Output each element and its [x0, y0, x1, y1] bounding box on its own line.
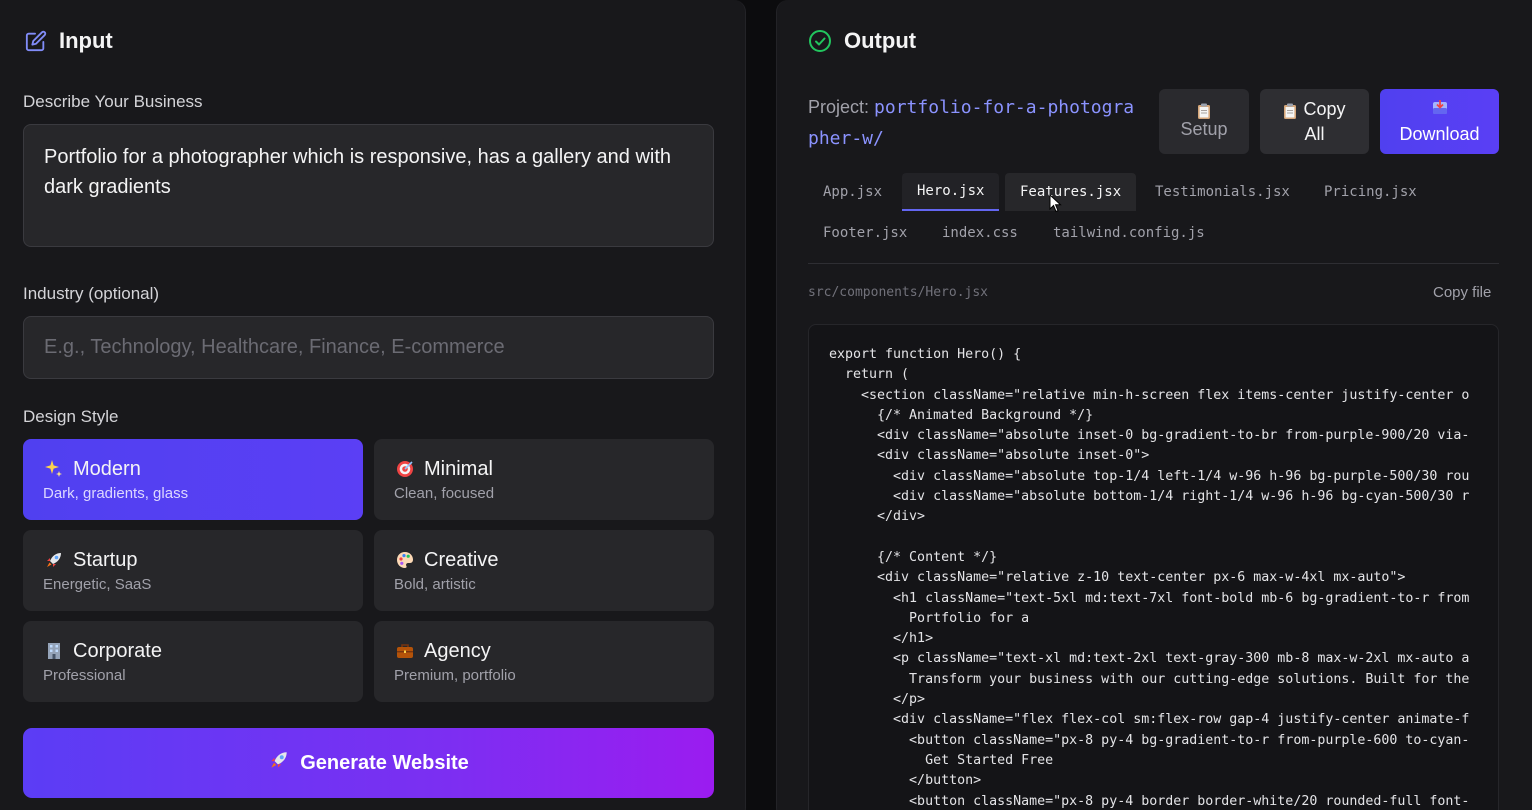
sparkles-icon	[43, 458, 65, 480]
copy-all-button[interactable]: Copy All	[1260, 89, 1369, 154]
tabs-divider	[808, 263, 1499, 264]
tab-pricing[interactable]: Pricing.jsx	[1309, 173, 1432, 211]
style-desc: Dark, gradients, glass	[43, 485, 189, 502]
rocket-icon	[268, 749, 290, 777]
style-option-modern[interactable]: Modern Dark, gradients, glass	[23, 439, 363, 520]
tab-hero[interactable]: Hero.jsx	[902, 173, 1000, 211]
inbox-download-icon	[1432, 97, 1448, 122]
output-panel: Output Project: portfolio-for-a-photogra…	[776, 0, 1532, 810]
setup-label: Setup	[1180, 119, 1228, 139]
code-line: <p className="text-xl md:text-2xl text-g…	[829, 651, 1470, 667]
project-label: Project:	[808, 97, 870, 117]
rocket-icon	[43, 549, 65, 571]
business-textarea[interactable]: Portfolio for a photographer which is re…	[23, 124, 714, 247]
input-header: Input	[25, 28, 113, 54]
clipboard-icon	[1197, 101, 1211, 119]
code-line: <button className="px-8 py-4 bg-gradient…	[829, 732, 1470, 748]
code-line: </button>	[829, 773, 982, 789]
code-line: {/* Animated Background */}	[829, 407, 1094, 423]
tab-testimonials[interactable]: Testimonials.jsx	[1140, 173, 1305, 211]
briefcase-icon	[394, 640, 416, 662]
setup-button[interactable]: Setup	[1159, 89, 1249, 154]
tab-app[interactable]: App.jsx	[808, 173, 897, 211]
code-line: {/* Content */}	[829, 549, 998, 565]
style-desc: Clean, focused	[394, 485, 495, 502]
download-button[interactable]: Download	[1380, 89, 1499, 154]
code-line: <div className="flex flex-col sm:flex-ro…	[829, 712, 1470, 728]
code-line: </div>	[829, 509, 926, 525]
panel-title: Input	[59, 28, 113, 53]
business-label: Describe Your Business	[23, 92, 203, 111]
code-line: <div className="relative z-10 text-cente…	[829, 570, 1406, 586]
code-line: Portfolio for a	[829, 610, 1030, 626]
style-name: Minimal	[424, 457, 493, 480]
code-line: <div className="absolute inset-0">	[829, 448, 1150, 464]
copy-all-row: Copy	[1283, 97, 1346, 122]
code-line: <div className="absolute inset-0 bg-grad…	[829, 428, 1470, 444]
style-desc: Professional	[43, 667, 126, 684]
all-label: All	[1304, 123, 1325, 144]
panel-title: Output	[844, 28, 917, 53]
style-option-creative[interactable]: Creative Bold, artistic	[374, 530, 714, 611]
file-path: src/components/Hero.jsx	[808, 285, 989, 300]
copy-file-button[interactable]: Copy file	[1433, 284, 1491, 301]
style-name: Corporate	[73, 639, 162, 662]
copy-label: Copy	[1303, 98, 1346, 119]
code-line: <section className="relative min-h-scree…	[829, 387, 1470, 403]
style-desc: Bold, artistic	[394, 576, 476, 593]
office-building-icon	[43, 640, 65, 662]
tab-index-css[interactable]: index.css	[927, 214, 1033, 252]
industry-label: Industry (optional)	[23, 284, 160, 303]
code-line: <div className="absolute bottom-1/4 righ…	[829, 489, 1470, 505]
tab-footer[interactable]: Footer.jsx	[808, 214, 922, 252]
style-name: Startup	[73, 548, 138, 571]
download-label: Download	[1399, 123, 1480, 144]
style-desc: Premium, portfolio	[394, 667, 516, 684]
clipboard-icon	[1283, 101, 1297, 119]
output-header: Output	[808, 28, 916, 54]
target-icon	[394, 458, 416, 480]
code-line: Get Started Free	[829, 752, 1054, 768]
code-line: <div className="absolute top-1/4 left-1/…	[829, 468, 1470, 484]
code-line: </p>	[829, 692, 926, 708]
code-lines: export function Hero() { return ( <secti…	[829, 345, 1498, 810]
code-line: Transform your business with our cutting…	[829, 671, 1470, 687]
code-block[interactable]: export function Hero() { return ( <secti…	[808, 324, 1499, 810]
mouse-cursor-icon	[1049, 194, 1062, 213]
generate-website-button[interactable]: Generate Website	[23, 728, 714, 798]
design-style-label: Design Style	[23, 407, 119, 426]
style-desc: Energetic, SaaS	[43, 576, 152, 593]
generate-label: Generate Website	[300, 751, 469, 774]
code-line: <button className="px-8 py-4 border bord…	[829, 793, 1470, 809]
style-option-minimal[interactable]: Minimal Clean, focused	[374, 439, 714, 520]
style-name: Creative	[424, 548, 499, 571]
style-option-corporate[interactable]: Corporate Professional	[23, 621, 363, 702]
input-panel: Input Describe Your Business Portfolio f…	[0, 0, 746, 810]
style-name: Agency	[424, 639, 491, 662]
style-option-agency[interactable]: Agency Premium, portfolio	[374, 621, 714, 702]
style-option-startup[interactable]: Startup Energetic, SaaS	[23, 530, 363, 611]
code-line: </h1>	[829, 631, 934, 647]
style-name: Modern	[73, 457, 141, 480]
code-line: return (	[829, 367, 910, 383]
tab-features[interactable]: Features.jsx	[1005, 173, 1137, 211]
check-circle-icon	[808, 29, 832, 53]
industry-input[interactable]	[23, 316, 714, 379]
code-line: <h1 className="text-5xl md:text-7xl font…	[829, 590, 1470, 606]
palette-icon	[394, 549, 416, 571]
edit-icon	[25, 30, 47, 52]
tab-tailwind-config[interactable]: tailwind.config.js	[1038, 214, 1220, 252]
project-info: Project: portfolio-for-a-photographer-w/	[808, 92, 1138, 154]
code-line: export function Hero() {	[829, 347, 1022, 362]
